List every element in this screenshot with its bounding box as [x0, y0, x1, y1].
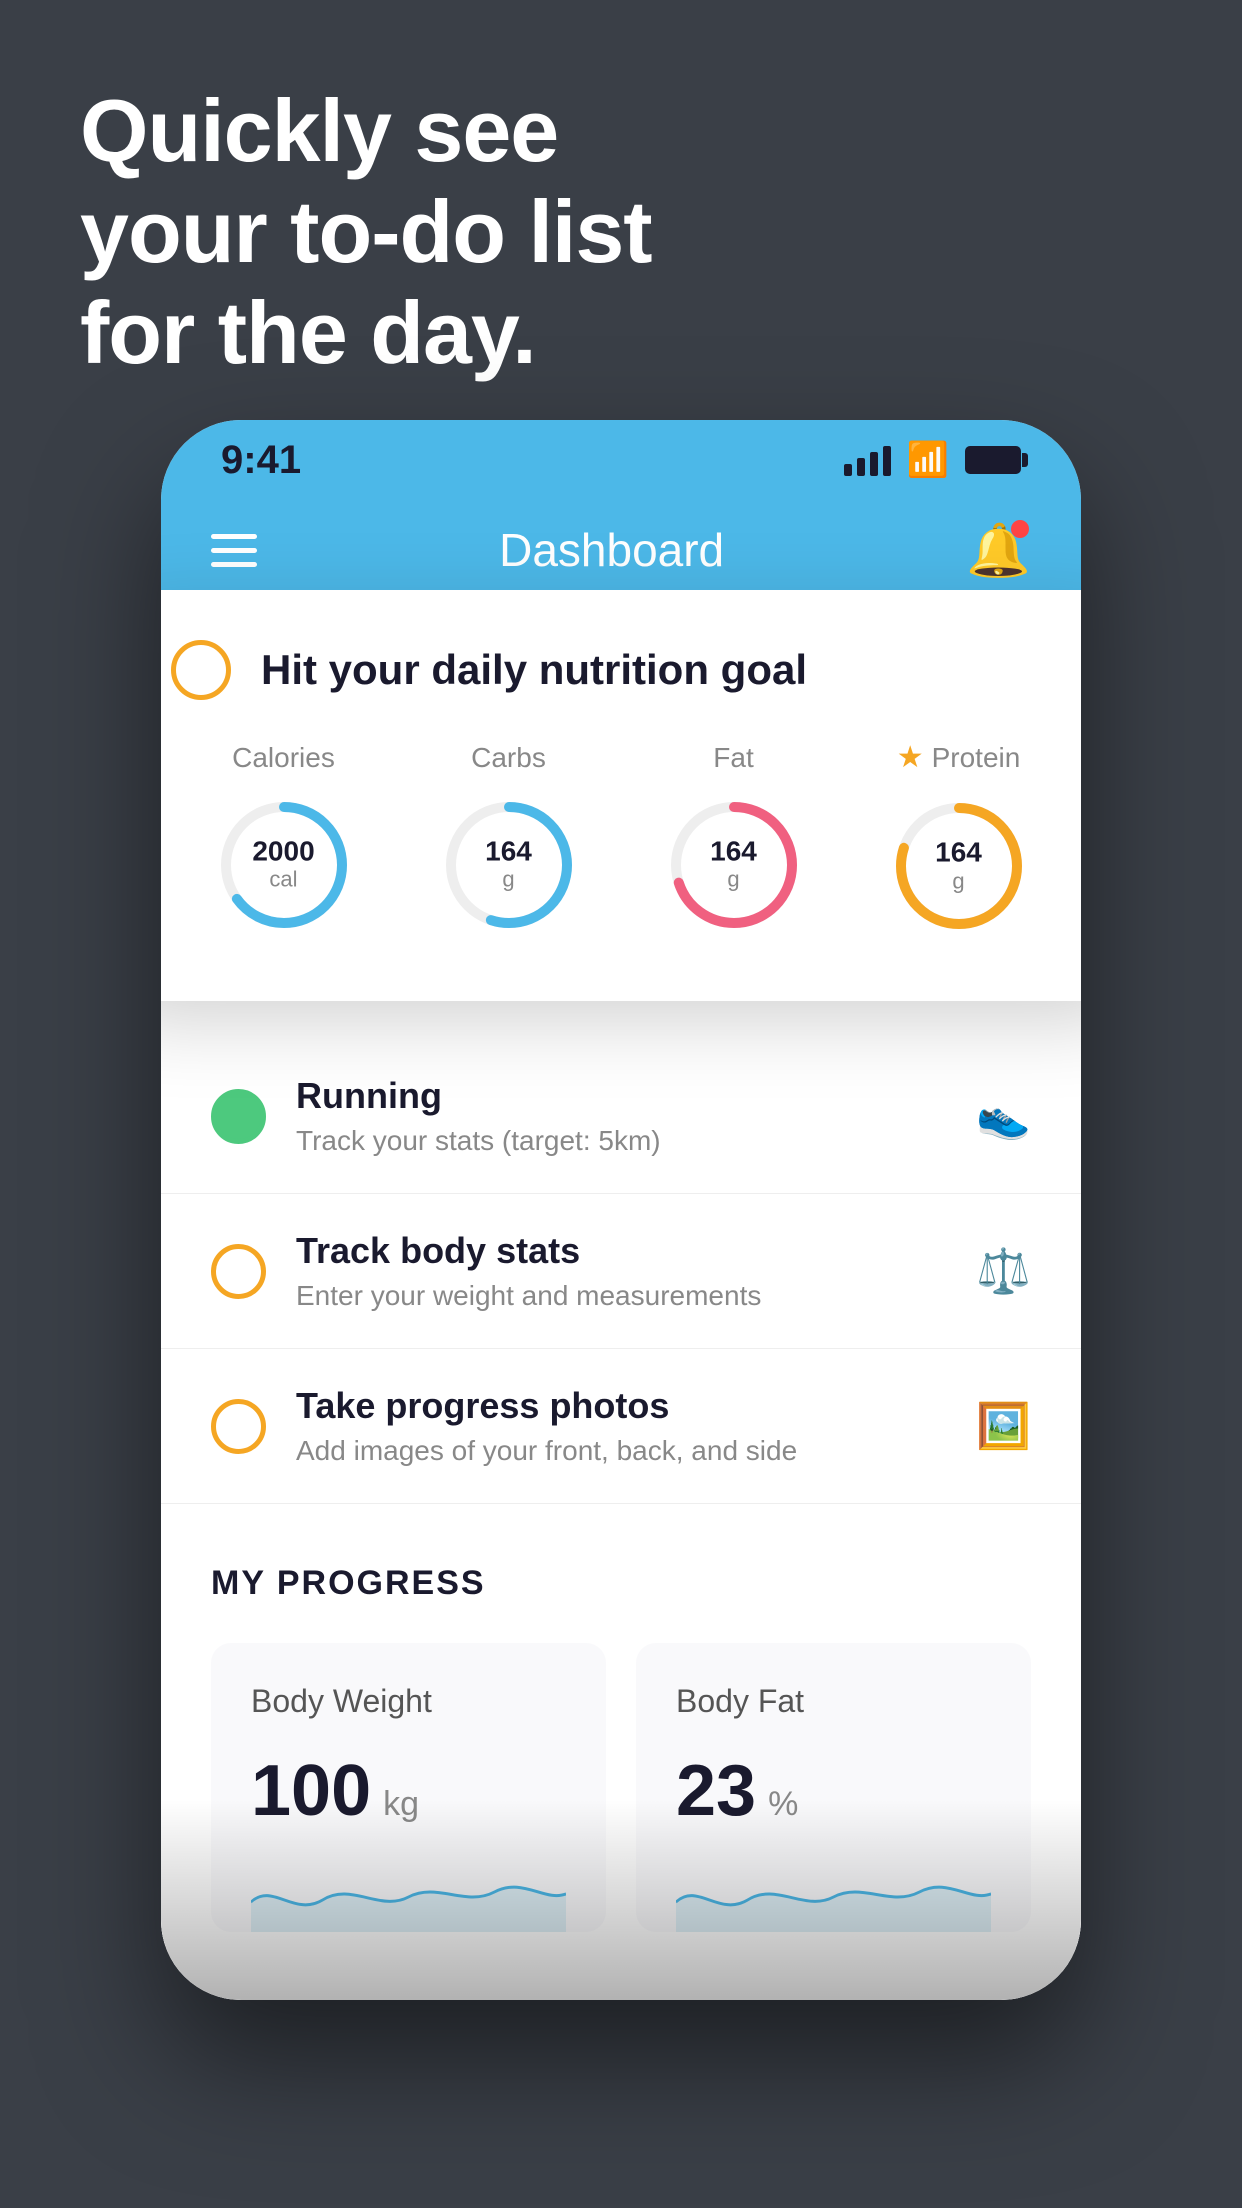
task-circle — [211, 1089, 266, 1144]
nutrition-label: Calories — [232, 742, 335, 774]
mini-chart — [251, 1862, 566, 1932]
list-item-title: Take progress photos — [296, 1385, 946, 1427]
progress-card[interactable]: Body Fat 23 % — [636, 1643, 1031, 1932]
progress-card[interactable]: Body Weight 100 kg — [211, 1643, 606, 1932]
notification-badge — [1011, 520, 1029, 538]
mini-chart — [676, 1862, 991, 1932]
list-item-title: Track body stats — [296, 1230, 946, 1272]
progress-card-title: Body Fat — [676, 1683, 991, 1720]
list-item-icon: ⚖️ — [976, 1245, 1031, 1297]
donut-value: 164 g — [935, 838, 982, 895]
hero-text: Quickly see your to-do list for the day. — [80, 80, 652, 384]
hero-line3: for the day. — [80, 282, 652, 383]
task-check-circle[interactable] — [171, 640, 231, 700]
donut-chart: 164 g — [434, 790, 584, 940]
progress-value-row: 23 % — [676, 1750, 991, 1832]
hero-line2: your to-do list — [80, 181, 652, 282]
phone-screen: 9:41 📶 Dashboard 🔔 — [161, 420, 1081, 2000]
phone-mockup: 9:41 📶 Dashboard 🔔 — [161, 420, 1081, 2000]
list-item[interactable]: Running Track your stats (target: 5km) 👟 — [161, 1039, 1081, 1194]
status-time: 9:41 — [221, 438, 301, 483]
donut-chart: 164 g — [659, 790, 809, 940]
list-item-subtitle: Track your stats (target: 5km) — [296, 1125, 946, 1157]
list-item[interactable]: Track body stats Enter your weight and m… — [161, 1194, 1081, 1349]
hero-line1: Quickly see — [80, 80, 652, 181]
list-text: Track body stats Enter your weight and m… — [296, 1230, 946, 1312]
list-text: Take progress photos Add images of your … — [296, 1385, 946, 1467]
status-icons: 📶 — [844, 440, 1021, 480]
star-icon: ★ — [897, 740, 924, 775]
menu-button[interactable] — [211, 534, 257, 567]
signal-icon — [844, 444, 891, 476]
nutrition-card: Hit your daily nutrition goal Calories 2… — [161, 590, 1081, 1001]
list-item-subtitle: Add images of your front, back, and side — [296, 1435, 946, 1467]
list-item-icon: 🖼️ — [976, 1400, 1031, 1452]
nutrition-item-protein: ★Protein 164 g — [884, 740, 1034, 941]
nutrition-label: Fat — [713, 742, 753, 774]
task-circle — [211, 1399, 266, 1454]
nutrition-label: Carbs — [471, 742, 546, 774]
card-title-row: Hit your daily nutrition goal — [171, 640, 1071, 700]
nutrition-item-carbs: Carbs 164 g — [434, 742, 584, 940]
list-item-icon: 👟 — [976, 1090, 1031, 1142]
wifi-icon: 📶 — [907, 440, 949, 480]
nutrition-row: Calories 2000 cal Carbs 164 g Fat — [171, 740, 1071, 941]
protein-label: ★Protein — [897, 740, 1021, 775]
progress-unit: % — [768, 1785, 798, 1824]
status-bar: 9:41 📶 — [161, 420, 1081, 500]
donut-value: 164 g — [710, 836, 757, 893]
progress-value-row: 100 kg — [251, 1750, 566, 1832]
donut-chart: 164 g — [884, 791, 1034, 941]
donut-value: 2000 cal — [252, 836, 314, 893]
progress-header: MY PROGRESS — [211, 1564, 1031, 1603]
list-item-title: Running — [296, 1075, 946, 1117]
list-item[interactable]: Take progress photos Add images of your … — [161, 1349, 1081, 1504]
nutrition-item-fat: Fat 164 g — [659, 742, 809, 940]
nutrition-item-calories: Calories 2000 cal — [209, 742, 359, 940]
header-title: Dashboard — [499, 523, 724, 577]
progress-value: 23 — [676, 1750, 756, 1832]
list-item-subtitle: Enter your weight and measurements — [296, 1280, 946, 1312]
battery-icon — [965, 446, 1021, 474]
donut-chart: 2000 cal — [209, 790, 359, 940]
content-area: THINGS TO DO TODAY Hit your daily nutrit… — [161, 600, 1081, 2000]
progress-value: 100 — [251, 1750, 371, 1832]
progress-section: MY PROGRESS Body Weight 100 kg Body Fat … — [161, 1504, 1081, 1972]
progress-unit: kg — [383, 1785, 419, 1824]
task-circle — [211, 1244, 266, 1299]
notification-button[interactable]: 🔔 — [966, 520, 1031, 581]
list-text: Running Track your stats (target: 5km) — [296, 1075, 946, 1157]
progress-cards: Body Weight 100 kg Body Fat 23 % — [211, 1643, 1031, 1932]
progress-card-title: Body Weight — [251, 1683, 566, 1720]
app-header: Dashboard 🔔 — [161, 500, 1081, 600]
donut-value: 164 g — [485, 836, 532, 893]
card-title: Hit your daily nutrition goal — [261, 646, 807, 694]
